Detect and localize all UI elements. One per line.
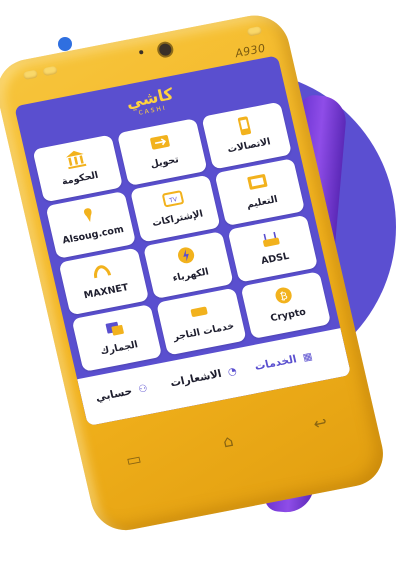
hardware-keys: ▭ ⌂ ↩ <box>110 403 351 487</box>
recent-apps-icon[interactable]: ▭ <box>119 448 149 472</box>
service-tile-education[interactable]: التعليم <box>214 158 306 227</box>
bitcoin-icon: ₿ <box>270 283 299 309</box>
service-tile-adsl[interactable]: ADSL <box>227 214 319 283</box>
maxnet-icon <box>88 260 117 286</box>
light-sensor <box>138 49 144 55</box>
indicator-led <box>22 69 39 81</box>
indicator-led <box>42 65 58 77</box>
indicator-led <box>246 26 263 37</box>
customs-icon <box>101 316 130 342</box>
device-screen: كاشي CASHI الاتصالات تحويل الحكومة التعل… <box>14 55 352 427</box>
electricity-icon <box>172 243 201 269</box>
router-icon <box>257 227 286 253</box>
education-icon <box>243 170 272 196</box>
telecom-icon <box>230 114 259 140</box>
back-icon[interactable]: ↩ <box>305 411 335 435</box>
alsoug-icon <box>75 203 104 229</box>
nav-account-label: حسابي <box>94 385 134 404</box>
bell-icon: ◔ <box>226 365 238 379</box>
nav-services[interactable]: الخدمات ▦ <box>254 350 315 379</box>
nav-services-label: الخدمات <box>253 353 298 373</box>
nav-notifications-label: الاشعارات <box>169 367 223 390</box>
service-tile-electricity[interactable]: الكهرباء <box>142 231 234 299</box>
service-tile-maxnet[interactable]: MAXNET <box>58 247 150 316</box>
service-tile-merchant[interactable]: خدمات التاجر <box>156 287 247 356</box>
pos-device: A930 كاشي CASHI الاتصالات تحويل الحكومة … <box>0 9 390 536</box>
nav-notifications[interactable]: الاشعارات ◔ <box>169 365 239 395</box>
pos-device-wrapper: A930 كاشي CASHI الاتصالات تحويل الحكومة … <box>0 0 409 566</box>
tv-subscriptions-icon: TV <box>159 187 188 213</box>
government-icon <box>61 147 90 173</box>
service-tile-customs[interactable]: الجمارك <box>71 304 163 372</box>
cashi-merchant-icon <box>185 300 214 326</box>
service-tile-crypto[interactable]: ₿ Crypto <box>240 271 332 340</box>
grid-icon: ▦ <box>301 351 314 364</box>
transfer-icon <box>146 130 175 156</box>
user-icon: ⚇ <box>137 383 149 396</box>
camera-icon <box>155 40 175 59</box>
service-tile-alsoug[interactable]: Alsoug.com <box>45 191 137 259</box>
home-icon[interactable]: ⌂ <box>213 429 243 453</box>
nav-account[interactable]: حسابي ⚇ <box>95 382 151 410</box>
services-grid: الاتصالات تحويل الحكومة التعليم TV الإشت… <box>32 101 332 376</box>
service-tile-subscriptions[interactable]: TV الإشتراكات <box>129 174 221 243</box>
